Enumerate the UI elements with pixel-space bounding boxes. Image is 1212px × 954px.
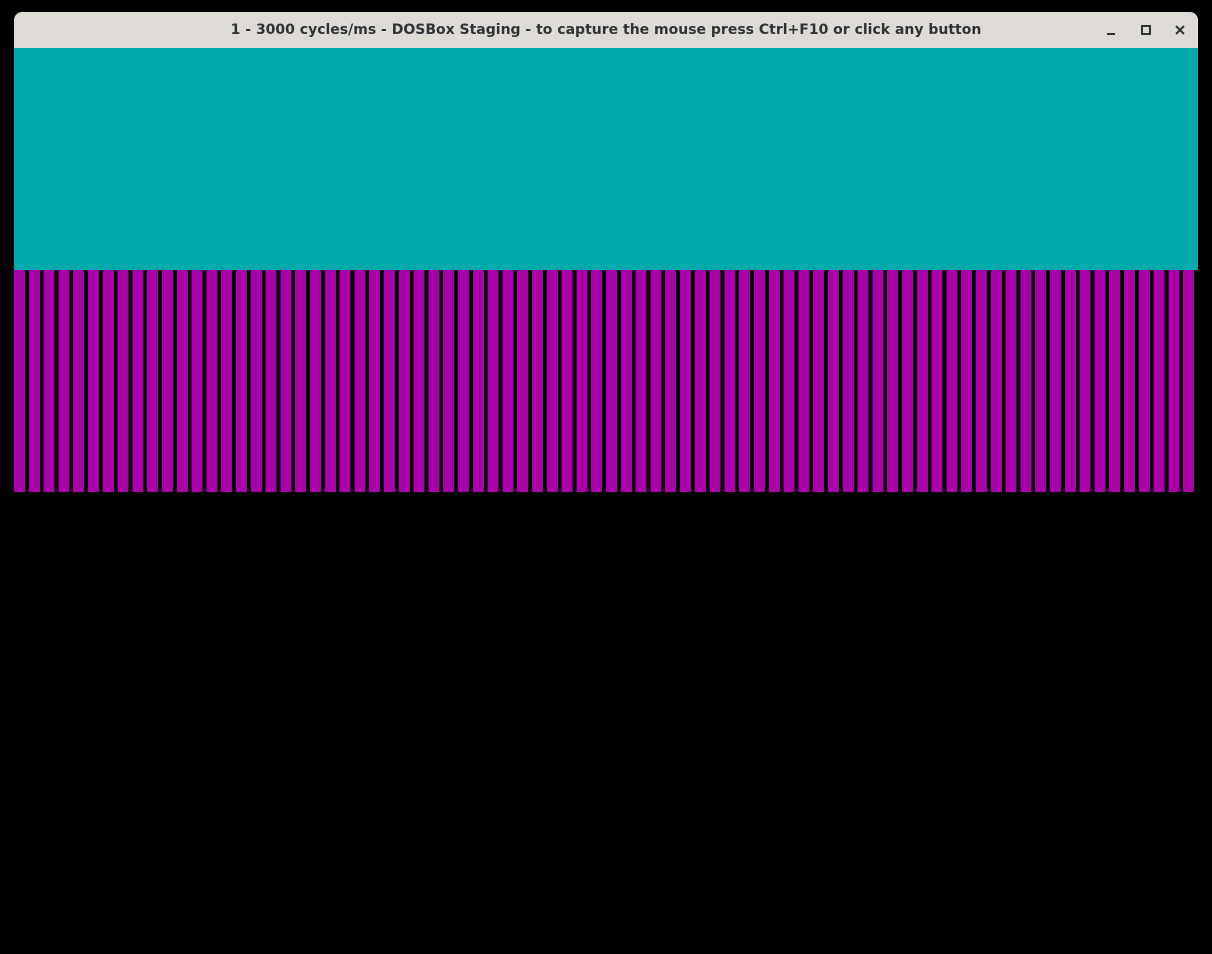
close-button[interactable] — [1168, 18, 1192, 42]
cyan-band — [14, 48, 1198, 270]
dosbox-window: 1 - 3000 cycles/ms - DOSBox Staging - to… — [14, 12, 1198, 493]
magenta-stripes — [14, 270, 1198, 492]
maximize-button[interactable] — [1134, 18, 1158, 42]
title-bar[interactable]: 1 - 3000 cycles/ms - DOSBox Staging - to… — [14, 12, 1198, 48]
minimize-icon — [1107, 33, 1115, 35]
close-icon — [1175, 25, 1185, 35]
emulator-screen[interactable] — [14, 48, 1198, 493]
minimize-button[interactable] — [1099, 18, 1123, 42]
maximize-icon — [1141, 25, 1151, 35]
window-title: 1 - 3000 cycles/ms - DOSBox Staging - to… — [230, 22, 982, 38]
